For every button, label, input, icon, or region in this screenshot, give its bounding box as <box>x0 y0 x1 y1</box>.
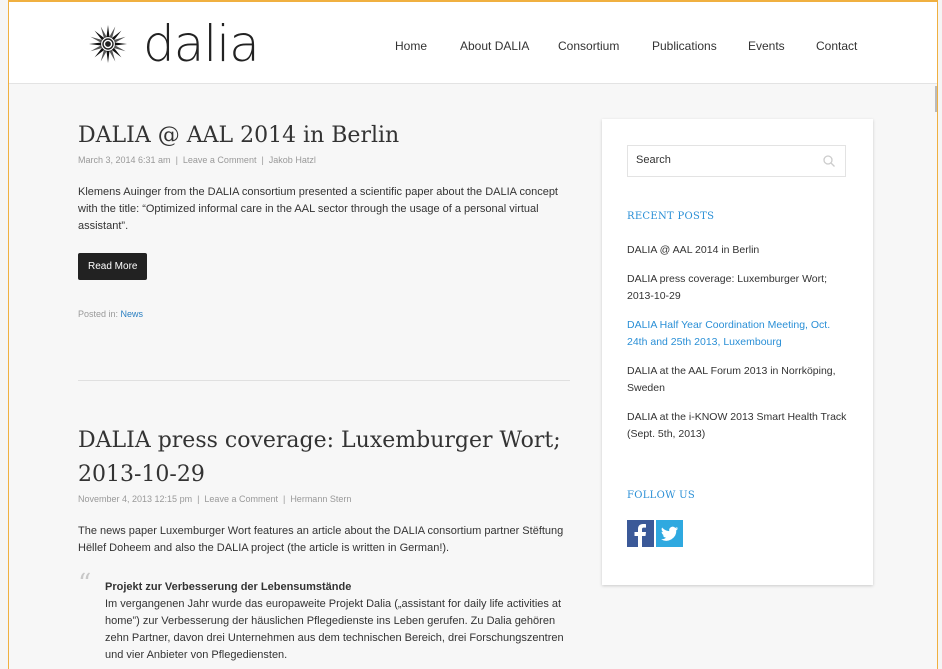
quote-title: Projekt zur Verbesserung der Lebensumstä… <box>105 581 352 593</box>
twitter-icon[interactable] <box>656 520 683 547</box>
browser-viewport: dalia Home About DALIA Consortium Public… <box>8 0 938 669</box>
post-author[interactable]: Jakob Hatzl <box>269 155 316 165</box>
post-date: November 4, 2013 12:15 pm <box>78 494 193 504</box>
follow-us-heading: FOLLOW US <box>627 490 696 501</box>
post-excerpt: The news paper Luxemburger Wort features… <box>78 525 564 554</box>
comment-link[interactable]: Leave a Comment <box>204 494 278 504</box>
blog-post: DALIA press coverage: Luxemburger Wort; … <box>78 424 570 557</box>
recent-post-link[interactable]: DALIA press coverage: Luxemburger Wort; … <box>627 271 853 305</box>
facebook-icon[interactable] <box>627 520 654 547</box>
post-excerpt: Klemens Auinger from the DALIA consortiu… <box>78 186 558 232</box>
quote-icon: “ <box>78 569 92 599</box>
posted-in-label: Posted in: <box>78 309 119 319</box>
recent-post-link[interactable]: DALIA @ AAL 2014 in Berlin <box>627 242 853 259</box>
nav-publications[interactable]: Publications <box>652 39 717 53</box>
social-links <box>627 520 683 547</box>
nav-consortium[interactable]: Consortium <box>558 39 619 53</box>
search-box <box>627 145 846 177</box>
nav-about-dalia[interactable]: About DALIA <box>460 39 529 53</box>
post-title[interactable]: DALIA press coverage: Luxemburger Wort; … <box>78 424 570 492</box>
search-icon[interactable] <box>822 154 836 168</box>
nav-events[interactable]: Events <box>748 39 785 53</box>
post-categories: Posted in: News <box>78 309 570 319</box>
read-more-button[interactable]: Read More <box>78 253 148 280</box>
nav-contact[interactable]: Contact <box>816 39 857 53</box>
blog-post: DALIA @ AAL 2014 in Berlin March 3, 2014… <box>78 119 570 319</box>
main-navigation: Home About DALIA Consortium Publications… <box>9 39 937 55</box>
nav-home[interactable]: Home <box>395 39 427 53</box>
post-author[interactable]: Hermann Stern <box>290 494 351 504</box>
sidebar: RECENT POSTS DALIA @ AAL 2014 in Berlin … <box>602 119 873 585</box>
post-title[interactable]: DALIA @ AAL 2014 in Berlin <box>78 119 570 153</box>
recent-post-link[interactable]: DALIA Half Year Coordination Meeting, Oc… <box>627 317 853 351</box>
recent-posts-heading: RECENT POSTS <box>627 211 715 222</box>
quote-text: Im vergangenen Jahr wurde das europaweit… <box>105 598 564 661</box>
post-divider <box>78 380 570 381</box>
site-header: dalia Home About DALIA Consortium Public… <box>9 2 937 84</box>
comment-link[interactable]: Leave a Comment <box>183 155 257 165</box>
search-input[interactable] <box>636 154 816 166</box>
scrollbar-thumb[interactable] <box>935 86 937 112</box>
post-date: March 3, 2014 6:31 am <box>78 155 171 165</box>
post-meta: March 3, 2014 6:31 am | Leave a Comment | Ja… <box>78 155 316 165</box>
recent-post-link[interactable]: DALIA at the AAL Forum 2013 in Norrköpin… <box>627 363 853 397</box>
post-meta: November 4, 2013 12:15 pm | Leave a Commen… <box>78 494 352 504</box>
recent-posts-list: DALIA @ AAL 2014 in Berlin DALIA press c… <box>627 242 853 455</box>
recent-post-link[interactable]: DALIA at the i-KNOW 2013 Smart Health Tr… <box>627 409 853 443</box>
blockquote: Projekt zur Verbesserung der Lebensumstä… <box>105 579 575 664</box>
category-link[interactable]: News <box>121 309 144 319</box>
